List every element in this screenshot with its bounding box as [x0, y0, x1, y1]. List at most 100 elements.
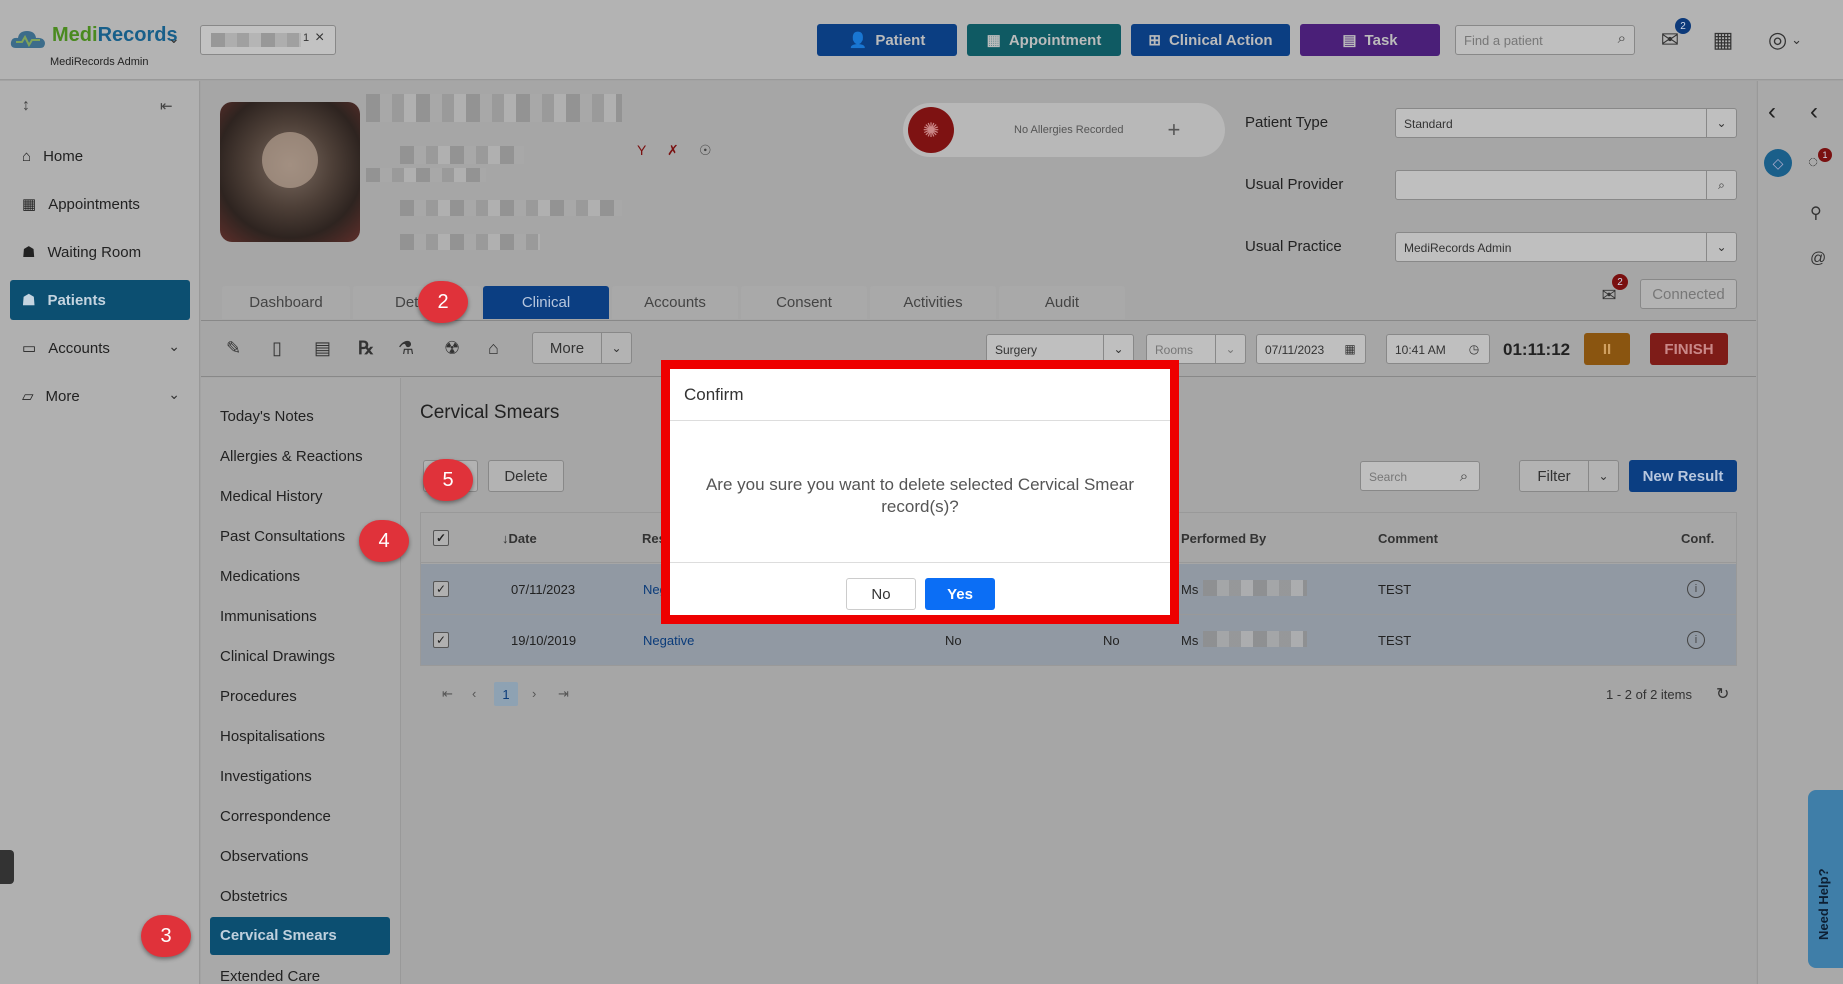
tab-consent[interactable]: Consent	[741, 286, 867, 319]
delete-button[interactable]: Delete	[488, 460, 564, 492]
patient-type-select[interactable]: Standard ⌄	[1395, 108, 1737, 138]
medication-bottle-icon[interactable]: ▯	[272, 338, 282, 359]
info-icon[interactable]: i	[1687, 631, 1705, 649]
inbox-button[interactable]: ✉ 2	[1655, 18, 1691, 55]
column-comment[interactable]: Comment	[1378, 531, 1438, 546]
new-result-button[interactable]: New Result	[1629, 460, 1737, 492]
pregnancy-icon[interactable]: ☉	[699, 142, 712, 159]
consult-timer: 01:11:12	[1503, 340, 1571, 359]
subnav-todays-notes[interactable]: Today's Notes	[220, 408, 314, 425]
subnav-extended-care[interactable]: Extended Care	[220, 968, 320, 984]
subnav-obstetrics[interactable]: Obstetrics	[220, 888, 288, 905]
document-icon[interactable]: ▤	[314, 338, 331, 359]
chevron-down-icon[interactable]: ⌄	[168, 30, 180, 47]
redacted-patient-name	[366, 94, 622, 122]
subnav-medical-history[interactable]: Medical History	[220, 488, 323, 505]
last-page-icon[interactable]: ⇥	[558, 686, 569, 702]
grid-search-input[interactable]: Search ⌕	[1360, 461, 1480, 491]
subnav-correspondence[interactable]: Correspondence	[220, 808, 331, 825]
no-button[interactable]: No	[846, 578, 916, 610]
select-all-checkbox[interactable]: ✓	[433, 530, 449, 546]
home-icon: ⌂	[22, 147, 32, 165]
subnav-observations[interactable]: Observations	[220, 848, 308, 865]
yes-button[interactable]: Yes	[925, 578, 995, 610]
pin-icon[interactable]: ⚲	[1810, 203, 1822, 223]
sidebar-item-accounts[interactable]: ▭ Accounts ⌄	[10, 328, 190, 368]
prev-page-icon[interactable]: ‹	[472, 686, 476, 701]
chevron-left-icon[interactable]: ‹	[1810, 98, 1818, 126]
tab-activities[interactable]: Activities	[870, 286, 996, 319]
usual-provider-input[interactable]: ⌕	[1395, 170, 1737, 200]
subnav-allergies[interactable]: Allergies & Reactions	[220, 448, 363, 465]
alcohol-icon[interactable]: Y	[637, 142, 646, 158]
calendar-icon: ▦	[1712, 27, 1734, 52]
collapse-sidebar-icon[interactable]: ⇤	[160, 97, 173, 115]
smoking-icon[interactable]: ✗	[667, 142, 679, 159]
subnav-immunisations[interactable]: Immunisations	[220, 608, 317, 625]
subnav-cervical-smears[interactable]: Cervical Smears	[210, 917, 390, 955]
subnav-clinical-drawings[interactable]: Clinical Drawings	[220, 648, 335, 665]
sidebar-item-waiting-room[interactable]: ☗ Waiting Room	[10, 232, 190, 272]
pause-button[interactable]: II	[1584, 333, 1630, 365]
subnav-investigations[interactable]: Investigations	[220, 768, 312, 785]
clinical-action-button[interactable]: ⊞ Clinical Action	[1131, 24, 1290, 56]
filter-button[interactable]: Filter ⌄	[1519, 460, 1619, 492]
column-performed-by[interactable]: Performed By	[1181, 531, 1266, 546]
prescription-icon[interactable]: ℞	[358, 338, 374, 359]
new-appointment-button[interactable]: ▦ Appointment	[967, 24, 1121, 56]
chat-icon[interactable]: ◌	[1808, 152, 1818, 172]
edit-note-icon[interactable]: ✎	[226, 338, 241, 359]
tag-icon[interactable]: ◇	[1764, 149, 1792, 177]
column-conf[interactable]: Conf.	[1681, 531, 1714, 546]
refresh-icon[interactable]: ↻	[1716, 684, 1729, 704]
subnav-procedures[interactable]: Procedures	[220, 688, 297, 705]
sidebar-item-appointments[interactable]: ▦ Appointments	[10, 184, 190, 224]
usual-practice-select[interactable]: MediRecords Admin ⌄	[1395, 232, 1737, 262]
tab-audit[interactable]: Audit	[999, 286, 1125, 319]
column-date[interactable]: ↓Date	[502, 531, 537, 546]
need-help-tab[interactable]: Need Help?	[1808, 790, 1843, 968]
sidebar-item-home[interactable]: ⌂ Home	[10, 136, 190, 176]
new-patient-button[interactable]: 👤 Patient	[817, 24, 957, 56]
at-sign-icon[interactable]: @	[1810, 250, 1826, 268]
resize-icon[interactable]: ↕	[22, 97, 30, 115]
new-task-button[interactable]: ▤ Task	[1300, 24, 1440, 56]
user-avatar-icon: ◎	[1767, 27, 1788, 52]
chevron-left-icon[interactable]: ‹	[1768, 98, 1776, 126]
tab-accounts[interactable]: Accounts	[612, 286, 738, 319]
subnav-hospitalisations[interactable]: Hospitalisations	[220, 728, 325, 745]
calendar-button[interactable]: ▦	[1708, 25, 1738, 55]
tab-dashboard[interactable]: Dashboard	[222, 286, 350, 319]
date-input[interactable]: 07/11/2023 ▦	[1256, 334, 1366, 364]
add-allergy-icon[interactable]: +	[1167, 117, 1180, 143]
next-page-icon[interactable]: ›	[532, 686, 536, 701]
user-menu-button[interactable]: ◎ ⌄	[1760, 25, 1810, 55]
chevron-down-icon: ⌄	[1706, 109, 1736, 137]
time-input[interactable]: 10:41 AM ◷	[1386, 334, 1490, 364]
chevron-down-icon: ⌄	[168, 386, 180, 402]
lab-icon[interactable]: ⚗	[398, 338, 414, 359]
side-drawer-handle[interactable]	[0, 850, 14, 884]
row-checkbox[interactable]: ✓	[433, 632, 449, 648]
app-logo[interactable]: MediRecords ⌄ MediRecords Admin	[10, 24, 190, 72]
find-patient-input[interactable]: Find a patient ⌕	[1455, 25, 1635, 55]
page-number[interactable]: 1	[494, 682, 518, 706]
education-icon[interactable]: ⌂	[488, 338, 499, 359]
connected-button[interactable]: Connected	[1640, 279, 1737, 309]
radiation-icon[interactable]: ☢	[444, 338, 460, 359]
finish-button[interactable]: FINISH	[1650, 333, 1728, 365]
more-tools-button[interactable]: More ⌄	[532, 332, 632, 364]
tab-clinical[interactable]: Clinical	[483, 286, 609, 319]
subnav-past-consultations[interactable]: Past Consultations	[220, 528, 345, 545]
close-icon[interactable]: ×	[315, 29, 324, 47]
first-page-icon[interactable]: ⇤	[442, 686, 453, 702]
patient-mail-button[interactable]: ✉ 2	[1596, 274, 1628, 308]
info-icon[interactable]: i	[1687, 580, 1705, 598]
row-checkbox[interactable]: ✓	[433, 581, 449, 597]
row-result-link[interactable]: Negative	[643, 633, 694, 648]
subnav-medications[interactable]: Medications	[220, 568, 300, 585]
practice-subtitle: MediRecords Admin	[50, 56, 149, 68]
sidebar-item-patients[interactable]: ☗ Patients	[10, 280, 190, 320]
open-patient-tab[interactable]: 1 ×	[200, 25, 336, 55]
sidebar-item-more[interactable]: ▱ More ⌄	[10, 376, 190, 416]
